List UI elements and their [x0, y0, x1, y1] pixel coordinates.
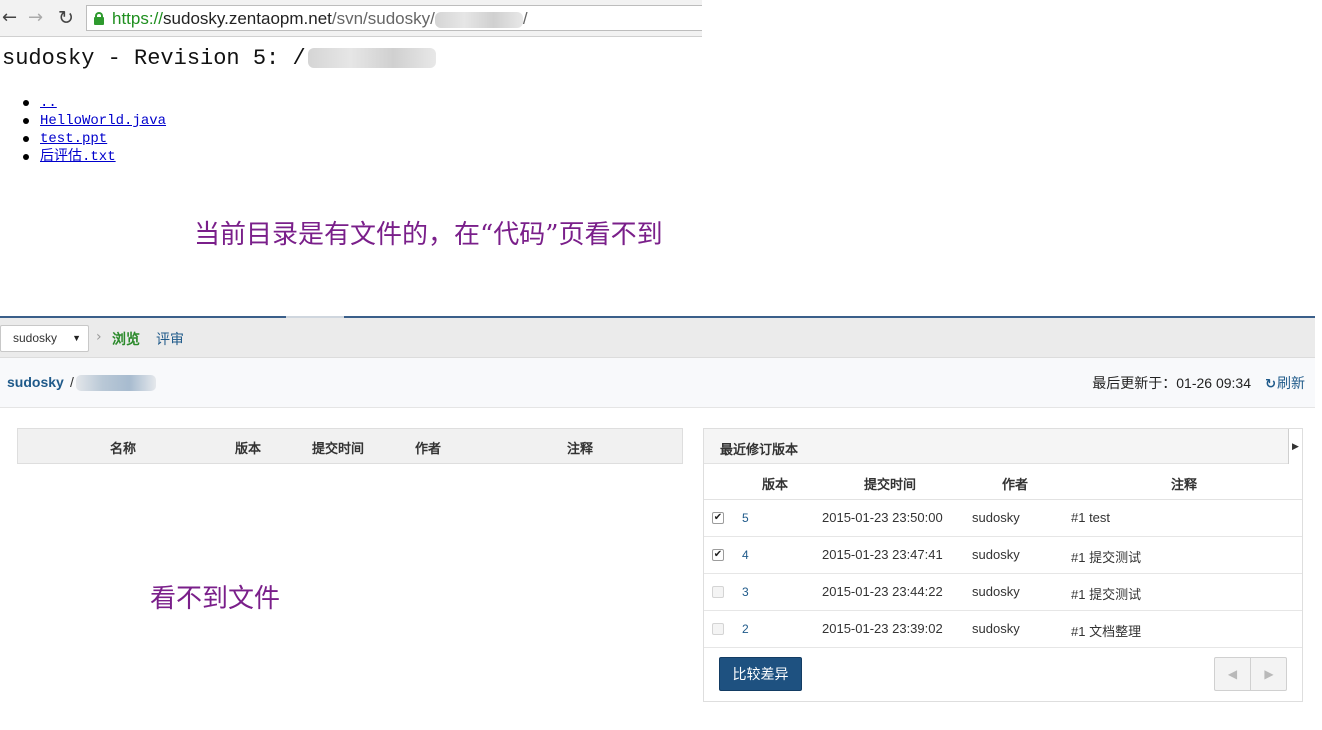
arrow-right-icon[interactable]: →: [28, 6, 43, 30]
revision-checkbox[interactable]: ✔: [712, 549, 724, 561]
breadcrumb-separator: /: [70, 374, 74, 390]
reload-icon[interactable]: ↻: [58, 6, 74, 30]
commit-comment: #1 提交测试: [1071, 587, 1142, 602]
commit-time: 2015-01-23 23:50:00: [822, 510, 943, 525]
revision-link[interactable]: 3: [742, 585, 749, 599]
annotation-top: 当前目录是有文件的，在“代码”页看不到: [194, 220, 663, 250]
caret-down-icon: ▼: [72, 333, 81, 343]
column-revision: 版本: [235, 441, 262, 456]
caret-right-icon[interactable]: ▶: [1288, 429, 1302, 464]
url-scheme: https://: [112, 9, 164, 28]
browser-toolbar: ← → ↻ https://sudosky.zentaopm.net/svn/s…: [0, 0, 702, 37]
repo-select[interactable]: sudosky ▼: [0, 325, 89, 352]
triangle-left-icon[interactable]: ◀: [1215, 658, 1251, 690]
commit-time: 2015-01-23 23:47:41: [822, 547, 943, 562]
column-time: 提交时间: [864, 477, 917, 492]
compare-diff-button[interactable]: 比较差异: [719, 657, 802, 691]
lock-icon: [94, 12, 104, 25]
commit-comment: #1 文档整理: [1071, 624, 1142, 639]
revision-link[interactable]: 5: [742, 511, 749, 525]
column-name: 名称: [110, 441, 137, 456]
file-link[interactable]: HelloWorld.java: [40, 113, 166, 129]
list-item: 后评估.txt: [22, 148, 166, 166]
breadcrumb-repo[interactable]: sudosky: [7, 374, 64, 390]
nav-review[interactable]: 评审: [156, 329, 184, 349]
file-link[interactable]: 后评估.txt: [40, 149, 116, 165]
redacted-path: [76, 375, 156, 391]
url-text[interactable]: https://sudosky.zentaopm.net/svn/sudosky…: [112, 9, 528, 29]
panel-title: 最近修订版本: [720, 442, 799, 457]
repo-select-value: sudosky: [13, 331, 58, 345]
address-bar[interactable]: https://sudosky.zentaopm.net/svn/sudosky…: [86, 5, 702, 31]
column-author: 作者: [415, 441, 442, 456]
revision-checkbox[interactable]: [712, 623, 724, 635]
url-path: /svn/sudosky/: [331, 9, 435, 28]
commit-author: sudosky: [972, 547, 1020, 562]
column-time: 提交时间: [312, 441, 365, 456]
chevron-right-icon: ›: [96, 329, 102, 345]
table-row: ✔ 5 2015-01-23 23:50:00 sudosky #1 test: [704, 500, 1302, 537]
panel-header: 最近修订版本 ▶: [704, 429, 1302, 464]
refresh-icon: ↻: [1265, 377, 1276, 392]
list-item: HelloWorld.java: [22, 112, 166, 130]
file-link[interactable]: test.ppt: [40, 131, 107, 147]
column-author: 作者: [1002, 477, 1029, 492]
url-tail: /: [522, 9, 528, 28]
refresh-button[interactable]: ↻刷新: [1265, 373, 1305, 393]
recent-revisions-panel: 最近修订版本 ▶ 版本 提交时间 作者 注释 ✔ 5 2015-01-23 23…: [703, 428, 1303, 702]
svn-page-title: sudosky - Revision 5: /: [2, 46, 436, 71]
pager: ◀ ▶: [1214, 657, 1287, 691]
column-comment: 注释: [1171, 477, 1198, 492]
table-row: 2 2015-01-23 23:39:02 sudosky #1 文档整理: [704, 611, 1302, 648]
repo-nav-bar: sudosky ▼ › 浏览 评审: [0, 318, 1315, 358]
redacted-title: [307, 48, 436, 69]
arrow-left-icon[interactable]: ←: [2, 6, 17, 30]
commit-author: sudosky: [972, 510, 1020, 525]
svn-title-text: sudosky - Revision 5: /: [2, 46, 306, 71]
revision-link[interactable]: 2: [742, 622, 749, 636]
last-update-text: 最后更新于：01-26 09:34: [1092, 375, 1251, 391]
commit-author: sudosky: [972, 621, 1020, 636]
commit-comment: #1 test: [1071, 510, 1111, 525]
list-item: ..: [22, 94, 166, 112]
column-comment: 注释: [567, 441, 594, 456]
column-revision: 版本: [762, 477, 789, 492]
commit-time: 2015-01-23 23:44:22: [822, 584, 943, 599]
annotation-bottom: 看不到文件: [150, 584, 281, 614]
revision-checkbox[interactable]: [712, 586, 724, 598]
url-host: sudosky.zentaopm.net: [163, 9, 332, 28]
commit-comment: #1 提交测试: [1071, 550, 1142, 565]
file-link[interactable]: ..: [40, 95, 57, 111]
revision-table-header: 版本 提交时间 作者 注释: [704, 464, 1302, 500]
revision-checkbox[interactable]: ✔: [712, 512, 724, 524]
revision-link[interactable]: 4: [742, 548, 749, 562]
table-row: ✔ 4 2015-01-23 23:47:41 sudosky #1 提交测试: [704, 537, 1302, 574]
triangle-right-icon[interactable]: ▶: [1251, 658, 1287, 690]
table-row: 3 2015-01-23 23:44:22 sudosky #1 提交测试: [704, 574, 1302, 611]
redacted-path: [434, 11, 523, 28]
refresh-label: 刷新: [1277, 375, 1305, 391]
nav-browse[interactable]: 浏览: [112, 329, 140, 349]
list-item: test.ppt: [22, 130, 166, 148]
commit-author: sudosky: [972, 584, 1020, 599]
commit-time: 2015-01-23 23:39:02: [822, 621, 943, 636]
breadcrumb: sudosky / 最后更新于：01-26 09:34 ↻刷新: [0, 358, 1315, 408]
svn-file-list: .. HelloWorld.java test.ppt 后评估.txt: [22, 94, 166, 166]
file-table-header: 名称 版本 提交时间 作者 注释: [17, 428, 683, 464]
